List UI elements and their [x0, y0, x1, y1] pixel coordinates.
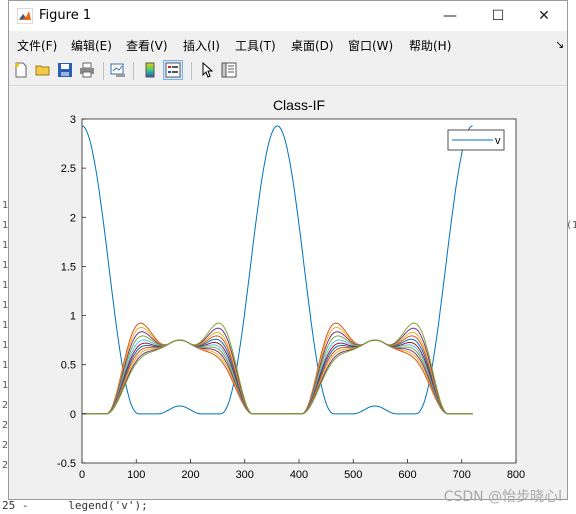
title-bar: Figure 1 — ☐ ✕ [9, 1, 567, 31]
y-tick-label: 2.5 [61, 163, 76, 175]
open-file-icon[interactable] [33, 60, 53, 80]
maximize-button[interactable]: ☐ [475, 1, 521, 31]
close-button[interactable]: ✕ [521, 1, 567, 31]
legend[interactable]: v [447, 129, 505, 151]
colorbar-icon[interactable] [140, 60, 160, 80]
y-tick-label: 0.5 [61, 360, 76, 372]
x-tick-label: 600 [398, 469, 416, 481]
toolbar-separator [103, 62, 104, 80]
y-tick-label: 3 [70, 114, 76, 126]
toolbar [9, 57, 567, 86]
new-figure-icon[interactable] [11, 60, 31, 80]
menu-help[interactable]: 帮助(H) [409, 37, 451, 54]
dock-arrow-icon[interactable]: ↘ [555, 38, 564, 51]
x-tick-label: 200 [181, 469, 199, 481]
menu-window[interactable]: 窗口(W) [348, 37, 393, 54]
x-tick-label: 700 [453, 469, 471, 481]
link-plot-icon[interactable] [108, 60, 128, 80]
y-tick-label: 1 [70, 311, 76, 323]
line-chart[interactable]: 0 100 200 300 400 500 600 700 800-0.500.511.522.… [9, 86, 567, 499]
property-inspector-icon[interactable] [219, 60, 239, 80]
x-tick-label: 100 [127, 469, 145, 481]
x-tick-label: 400 [290, 469, 308, 481]
menu-file[interactable]: 文件(F) [17, 37, 57, 54]
menu-edit[interactable]: 编辑(E) [71, 37, 112, 54]
legend-label-v: v [495, 135, 501, 147]
matlab-icon [17, 8, 33, 24]
toolbar-separator [133, 62, 134, 80]
menu-bar: 文件(F) 编辑(E) 查看(V) 插入(I) 工具(T) 桌面(D) 窗口(W… [9, 31, 567, 57]
y-tick-label: 0 [70, 409, 76, 421]
minimize-button[interactable]: — [427, 1, 473, 31]
chart-title: Class-IF [273, 97, 325, 113]
save-icon[interactable] [55, 60, 75, 80]
window-title: Figure 1 [39, 8, 92, 23]
editor-bottom-line: 25 - legend('v'); [2, 499, 148, 512]
menu-desktop[interactable]: 桌面(D) [291, 37, 334, 54]
y-tick-label: -0.5 [57, 458, 76, 470]
x-tick-label: 300 [236, 469, 254, 481]
figure-window: Figure 1 — ☐ ✕ 文件(F) 编辑(E) 查看(V) 插入(I) 工… [8, 0, 568, 500]
print-icon[interactable] [77, 60, 97, 80]
pointer-icon[interactable] [197, 60, 217, 80]
x-tick-label: 800 [507, 469, 525, 481]
y-tick-label: 2 [70, 212, 76, 224]
toolbar-separator [191, 62, 192, 80]
menu-insert[interactable]: 插入(I) [183, 37, 220, 54]
x-tick-label: 500 [344, 469, 362, 481]
figure-canvas: 0 100 200 300 400 500 600 700 800 -0.5 0 0.5 1 1.5 2 2.… [9, 86, 567, 499]
watermark: CSDN @怡步晓心l [443, 489, 562, 505]
menu-tools[interactable]: 工具(T) [235, 37, 276, 54]
axes-background [82, 119, 516, 463]
legend-icon[interactable] [163, 60, 183, 80]
x-tick-label: 0 [79, 469, 85, 481]
menu-view[interactable]: 查看(V) [126, 37, 168, 54]
y-tick-label: 1.5 [61, 261, 76, 273]
